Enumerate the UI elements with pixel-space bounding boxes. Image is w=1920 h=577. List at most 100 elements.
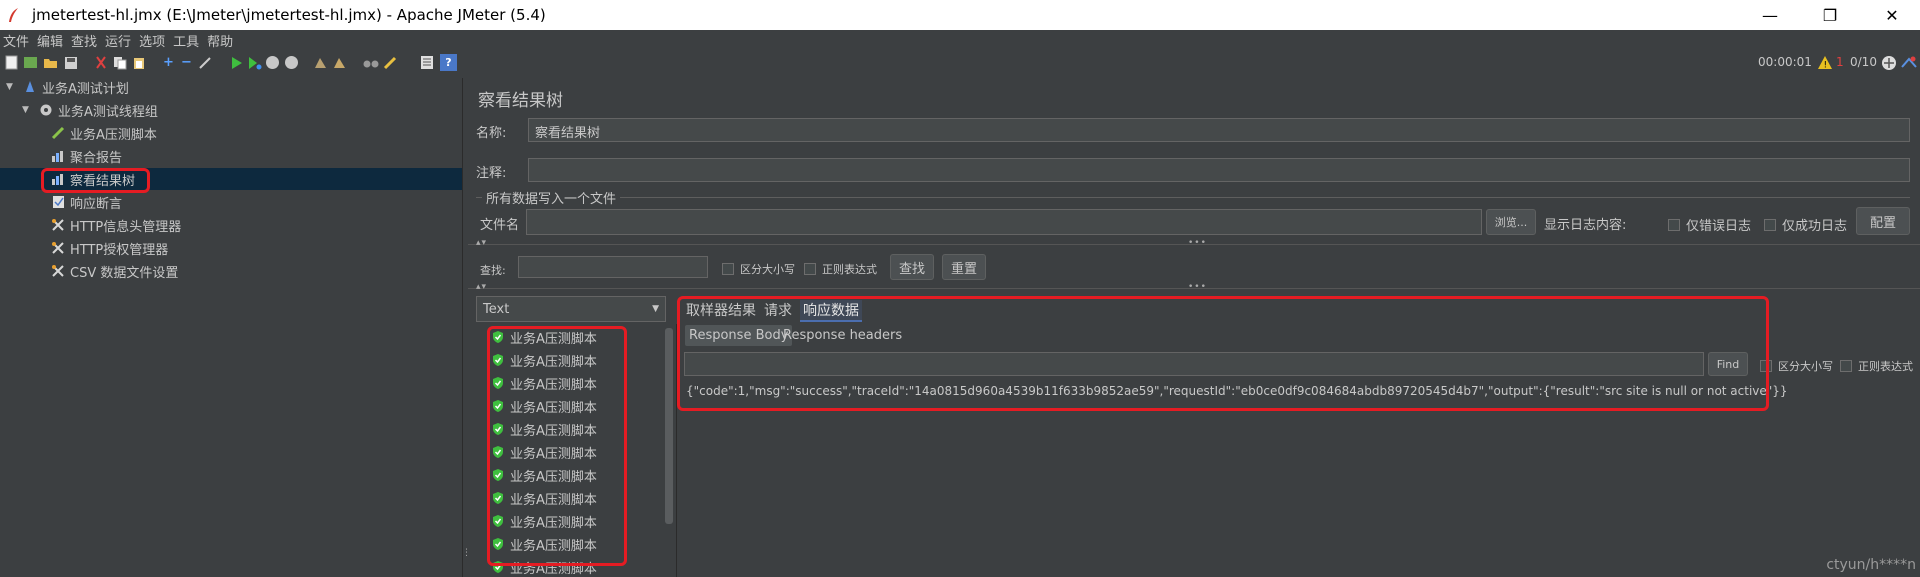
paste-icon[interactable] [130, 54, 147, 71]
menu-edit[interactable]: 编辑 [37, 31, 63, 50]
reset-search-icon[interactable] [382, 54, 399, 71]
result-item-label: 业务A压测脚本 [510, 423, 597, 439]
filename-field[interactable] [526, 209, 1482, 235]
checkbox-label: 区分大小写 [1778, 360, 1833, 373]
checkbox-box[interactable] [1840, 360, 1852, 372]
search-label: 查找: [480, 264, 506, 277]
checkbox-box[interactable] [1760, 360, 1772, 372]
warning-icon[interactable]: ! [1816, 54, 1833, 71]
wrench-icon [50, 263, 66, 279]
new-icon[interactable] [3, 54, 20, 71]
tab-response-headers[interactable]: Response headers [779, 325, 906, 346]
clear-icon[interactable] [312, 54, 329, 71]
checkbox-box[interactable] [1668, 218, 1680, 231]
chevron-down-icon[interactable]: ▼ [22, 105, 34, 115]
success-only-checkbox[interactable]: 仅成功日志 [1764, 215, 1847, 234]
tab-request[interactable]: 请求 [764, 300, 792, 322]
tree-node-header-manager[interactable]: HTTP信息头管理器 [50, 214, 181, 236]
copy-icon[interactable] [111, 54, 128, 71]
tree-node-test-plan[interactable]: ▼ 业务A测试计划 [6, 76, 129, 98]
list-item[interactable]: 业务A压测脚本 [492, 373, 597, 393]
stop-icon[interactable] [264, 54, 281, 71]
checkbox-box[interactable] [1764, 218, 1776, 231]
chevron-down-icon[interactable]: ▼ [6, 82, 18, 92]
list-item[interactable]: 业务A压测脚本 [492, 465, 597, 485]
menu-tools[interactable]: 工具 [173, 31, 199, 50]
minimize-button[interactable]: — [1742, 0, 1798, 30]
browse-button[interactable]: 浏览... [1486, 209, 1536, 235]
checkbox-label: 区分大小写 [740, 263, 795, 276]
reset-button[interactable]: 重置 [942, 254, 986, 280]
results-scrollbar[interactable] [664, 324, 674, 577]
list-item[interactable]: 业务A压测脚本 [492, 327, 597, 347]
collapse-icon[interactable]: − [178, 54, 195, 71]
list-item[interactable]: 业务A压测脚本 [492, 396, 597, 416]
list-item[interactable]: 业务A压测脚本 [492, 419, 597, 439]
function-helper-icon[interactable] [418, 54, 435, 71]
toolbar: + − ? 00:00:01 ! 1 0/10 [0, 50, 1920, 76]
list-item[interactable]: 业务A压测脚本 [492, 442, 597, 462]
remote-start-all-icon[interactable] [1880, 54, 1897, 71]
renderer-value: Text [483, 301, 510, 317]
errors-only-checkbox[interactable]: 仅错误日志 [1668, 215, 1751, 234]
case-sensitive-checkbox[interactable]: 区分大小写 [722, 261, 795, 277]
list-item[interactable]: 业务A压测脚本 [492, 511, 597, 531]
tree-node-aggregate-report[interactable]: 聚合报告 [50, 145, 122, 167]
list-item[interactable]: 业务A压测脚本 [492, 488, 597, 508]
divider-arrows[interactable]: ▴▾ [476, 282, 487, 292]
checkbox-box[interactable] [722, 263, 734, 275]
renderer-select[interactable]: Text ▼ [476, 296, 666, 322]
configure-button[interactable]: 配置 [1856, 207, 1910, 235]
tree-node-sampler[interactable]: 业务A压测脚本 [50, 122, 157, 144]
response-regex-checkbox[interactable]: 正则表达式 [1840, 358, 1913, 374]
help-icon[interactable]: ? [440, 54, 457, 71]
list-item[interactable]: 业务A压测脚本 [492, 534, 597, 554]
regex-checkbox[interactable]: 正则表达式 [804, 261, 877, 277]
tree-node-auth-manager[interactable]: HTTP授权管理器 [50, 237, 168, 259]
search-binoculars-icon[interactable] [362, 54, 379, 71]
response-search-input[interactable] [684, 352, 1704, 376]
tree-node-thread-group[interactable]: ▼ 业务A测试线程组 [22, 99, 158, 121]
remote-stop-all-icon[interactable] [1900, 54, 1917, 71]
response-body-text[interactable]: {"code":1,"msg":"success","traceId":"14a… [686, 384, 1788, 398]
gear-icon [38, 102, 54, 118]
expand-icon[interactable]: + [160, 54, 177, 71]
comment-field[interactable] [528, 158, 1910, 182]
menu-file[interactable]: 文件 [3, 31, 29, 50]
tree-node-csv-config[interactable]: CSV 数据文件设置 [50, 260, 178, 282]
tree-node-assertion[interactable]: 响应断言 [50, 191, 122, 213]
tab-response-data[interactable]: 响应数据 [800, 300, 862, 322]
menu-search[interactable]: 查找 [71, 31, 97, 50]
search-input[interactable] [518, 256, 708, 278]
start-icon[interactable] [228, 54, 245, 71]
menu-help[interactable]: 帮助 [207, 31, 233, 50]
list-item[interactable]: 业务A压测脚本 [492, 350, 597, 370]
tab-response-body[interactable]: Response Body [685, 325, 793, 346]
tree-node-results-tree[interactable]: 察看结果树 [0, 168, 462, 190]
tab-sampler-result[interactable]: 取样器结果 [686, 300, 756, 322]
divider-grip[interactable]: ••• [1188, 282, 1207, 292]
list-item[interactable]: 业务A压测脚本 [492, 557, 597, 577]
menu-options[interactable]: 选项 [139, 31, 165, 50]
name-field[interactable]: 察看结果树 [528, 118, 1910, 142]
checkbox-box[interactable] [804, 263, 816, 275]
menu-run[interactable]: 运行 [105, 31, 131, 50]
close-button[interactable]: ✕ [1864, 0, 1920, 30]
divider-arrows[interactable]: ▴▾ [476, 238, 487, 248]
find-button[interactable]: 查找 [890, 254, 934, 280]
scrollbar-thumb[interactable] [665, 328, 673, 524]
toggle-icon[interactable] [196, 54, 213, 71]
start-no-pause-icon[interactable] [246, 54, 263, 71]
clear-all-icon[interactable] [331, 54, 348, 71]
filename-label: 文件名 [480, 218, 520, 233]
maximize-button[interactable]: ❐ [1802, 0, 1858, 30]
save-icon[interactable] [62, 54, 79, 71]
cut-icon[interactable] [92, 54, 109, 71]
divider-grip[interactable]: ⋮ [462, 548, 472, 558]
response-find-button[interactable]: Find [1708, 352, 1748, 376]
shutdown-icon[interactable] [283, 54, 300, 71]
templates-icon[interactable] [22, 54, 39, 71]
open-icon[interactable] [42, 54, 59, 71]
response-case-sensitive-checkbox[interactable]: 区分大小写 [1760, 358, 1833, 374]
divider-grip[interactable]: ••• [1188, 238, 1207, 248]
